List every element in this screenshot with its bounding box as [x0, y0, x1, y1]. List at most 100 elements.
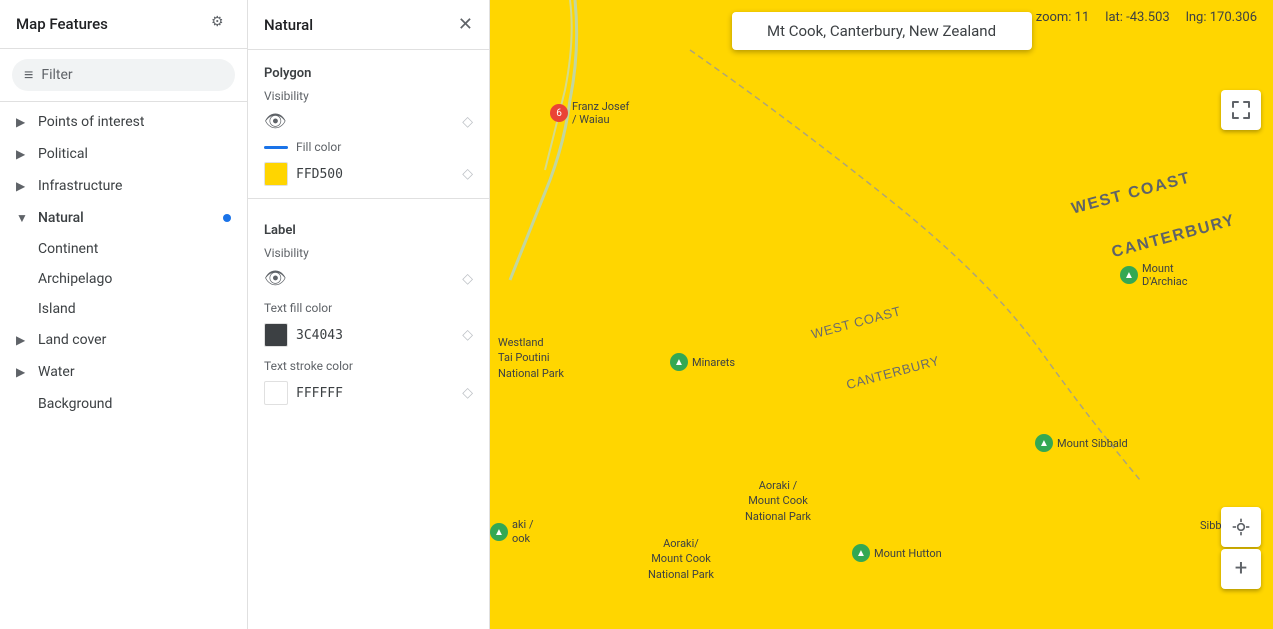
lng-value: 170.306	[1210, 10, 1257, 25]
chevron-right-icon: ▶	[16, 179, 30, 193]
poi-icon-green: ▲	[852, 544, 870, 562]
poi-label: aki /ook	[512, 518, 534, 547]
label-visibility-label: Visibility	[248, 246, 489, 264]
sidebar-subitem-label: Continent	[38, 241, 98, 257]
color-row-inner: 3C4043	[264, 323, 343, 347]
color-row-inner: FFD500	[264, 162, 343, 186]
polygon-visibility-row: 👁 ◇	[248, 107, 489, 136]
poi-label: Minarets	[692, 356, 735, 369]
zoom-in-button[interactable]: +	[1221, 549, 1261, 589]
text-stroke-color-label: Text stroke color	[248, 351, 489, 377]
nav-list: ▶ Points of interest ▶ Political ▶ Infra…	[0, 102, 247, 629]
text-fill-color-label: Text fill color	[248, 293, 489, 319]
sidebar-item-political[interactable]: ▶ Political	[0, 138, 247, 170]
sidebar-subitem-label: Archipelago	[38, 271, 112, 287]
sidebar-item-label: Natural	[38, 210, 84, 226]
fill-color-code: FFD500	[296, 167, 343, 182]
zoom-value: 11	[1075, 10, 1090, 25]
poi-label: Mount Sibbald	[1057, 437, 1128, 450]
label-section-label: Label	[248, 207, 489, 246]
sidebar-subitem-archipelago[interactable]: Archipelago	[0, 264, 247, 294]
diamond-icon[interactable]: ◇	[462, 271, 473, 287]
sidebar-item-label: Background	[38, 396, 112, 412]
left-panel: Map Features ⚙ ≡ Filter ▶ Points of inte…	[0, 0, 248, 629]
lng-label: lng: 170.306	[1186, 10, 1257, 25]
poi-label: Aoraki/Mount CookNational Park	[648, 536, 714, 582]
map-controls: +	[1221, 507, 1261, 589]
polygon-fill-color-row: Fill color	[248, 136, 489, 158]
poi-icon-red: 6	[550, 104, 568, 122]
poi-icon-green: ▲	[670, 353, 688, 371]
color-row-inner: Fill color	[264, 140, 341, 154]
search-box-text: Mt Cook, Canterbury, New Zealand	[767, 22, 996, 40]
lat-label: lat: -43.503	[1105, 10, 1169, 25]
diamond-icon[interactable]: ◇	[462, 166, 473, 182]
fill-color-label: Fill color	[296, 140, 341, 154]
chevron-right-icon: ▶	[16, 115, 30, 129]
diamond-icon[interactable]: ◇	[462, 327, 473, 343]
search-box[interactable]: Mt Cook, Canterbury, New Zealand	[732, 12, 1032, 50]
sidebar-item-natural[interactable]: ▼ Natural	[0, 202, 247, 234]
zoom-label: zoom: 11	[1036, 10, 1090, 25]
text-fill-color-row[interactable]: 3C4043 ◇	[248, 319, 489, 351]
close-icon[interactable]: ✕	[458, 14, 473, 35]
sidebar-item-land-cover[interactable]: ▶ Land cover	[0, 324, 247, 356]
poi-label: WestlandTai PoutiniNational Park	[498, 335, 564, 381]
chevron-right-icon: ▶	[16, 365, 30, 379]
text-stroke-color-code: FFFFFF	[296, 386, 343, 401]
text-stroke-color-swatch	[264, 381, 288, 405]
text-stroke-color-row[interactable]: FFFFFF ◇	[248, 377, 489, 409]
chevron-right-icon: ▶	[16, 147, 30, 161]
filter-bar: ≡ Filter	[0, 49, 247, 102]
poi-franz-josef: 6 Franz Josef/ Waiau	[550, 100, 629, 126]
sidebar-item-water[interactable]: ▶ Water	[0, 356, 247, 388]
poi-label: Aoraki /Mount CookNational Park	[745, 478, 811, 524]
sidebar-subitem-island[interactable]: Island	[0, 294, 247, 324]
sidebar-item-infrastructure[interactable]: ▶ Infrastructure	[0, 170, 247, 202]
gear-icon[interactable]: ⚙	[211, 14, 231, 34]
middle-header: Natural ✕	[248, 0, 489, 50]
visibility-label: Visibility	[248, 89, 489, 107]
sidebar-item-label: Political	[38, 146, 88, 162]
middle-panel-title: Natural	[264, 16, 313, 34]
sidebar-item-label: Points of interest	[38, 114, 144, 130]
poi-mount-darchiac: ▲ MountD'Archiac	[1120, 262, 1188, 288]
poi-label: Mount Hutton	[874, 547, 942, 560]
label-visibility-row: 👁 ◇	[248, 264, 489, 293]
poi-icon-green: ▲	[490, 523, 508, 541]
diamond-icon[interactable]: ◇	[462, 114, 473, 130]
chevron-right-icon: ▶	[16, 333, 30, 347]
poi-aoraki-2: Aoraki/Mount CookNational Park	[648, 536, 714, 582]
poi-minarets: ▲ Minarets	[670, 353, 735, 371]
poi-mount-sibbald: ▲ Mount Sibbald	[1035, 434, 1128, 452]
poi-icon-green: ▲	[1035, 434, 1053, 452]
poi-westland: WestlandTai PoutiniNational Park	[498, 335, 564, 381]
color-row-inner: FFFFFF	[264, 381, 343, 405]
chevron-down-icon: ▼	[16, 211, 30, 225]
fill-color-swatch	[264, 162, 288, 186]
filter-placeholder: Filter	[41, 67, 72, 83]
filter-input[interactable]: ≡ Filter	[12, 59, 235, 91]
sidebar-item-label: Water	[38, 364, 75, 380]
poi-icon-green: ▲	[1120, 266, 1138, 284]
map-topbar: zoom: 11 lat: -43.503 lng: 170.306	[1020, 0, 1273, 35]
fullscreen-button[interactable]	[1221, 90, 1261, 130]
minus-bar	[264, 146, 288, 149]
location-button[interactable]	[1221, 507, 1261, 547]
sidebar-item-background[interactable]: ▶ Background	[0, 388, 247, 420]
sidebar-item-points-of-interest[interactable]: ▶ Points of interest	[0, 106, 247, 138]
eye-icon[interactable]: 👁	[264, 111, 287, 132]
panel-header: Map Features ⚙	[0, 0, 247, 49]
panel-title: Map Features	[16, 15, 108, 33]
eye-icon[interactable]: 👁	[264, 268, 287, 289]
diamond-icon[interactable]: ◇	[462, 385, 473, 401]
map-area[interactable]: zoom: 11 lat: -43.503 lng: 170.306 Mt Co…	[490, 0, 1273, 629]
polygon-section-label: Polygon	[248, 50, 489, 89]
poi-label: MountD'Archiac	[1142, 262, 1188, 288]
sidebar-subitem-label: Island	[38, 301, 76, 317]
sidebar-item-label: Land cover	[38, 332, 106, 348]
text-fill-color-code: 3C4043	[296, 328, 343, 343]
sidebar-subitem-continent[interactable]: Continent	[0, 234, 247, 264]
polygon-color-value-row[interactable]: FFD500 ◇	[248, 158, 489, 190]
poi-mount-hutton: ▲ Mount Hutton	[852, 544, 942, 562]
